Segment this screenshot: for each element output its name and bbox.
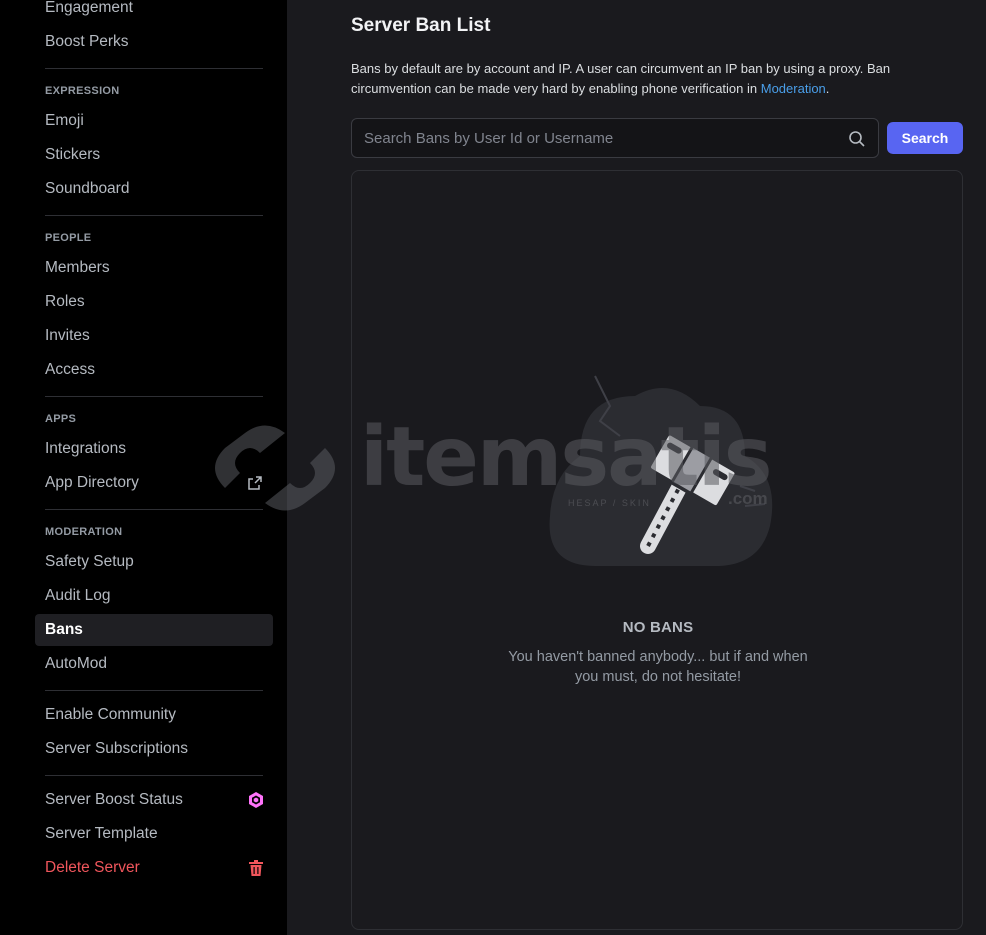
ban-hammer-illustration [540,366,780,581]
empty-state-title: NO BANS [622,619,694,636]
search-bans-container [351,118,879,158]
sidebar-item-access[interactable]: Access [35,354,273,386]
boost-gem-icon [249,792,263,808]
settings-sidebar: Engagement Boost Perks EXPRESSION Emoji … [0,0,287,935]
sidebar-item-audit-log[interactable]: Audit Log [35,580,273,612]
moderation-link[interactable]: Moderation [761,81,826,96]
section-header-apps: APPS [45,413,77,425]
sidebar-item-boost-perks[interactable]: Boost Perks [35,26,273,58]
main-content: Server Ban List Bans by default are by a… [287,0,986,935]
empty-state-description: You haven't banned anybody... but if and… [508,649,808,685]
sidebar-item-server-template[interactable]: Server Template [35,818,273,850]
sidebar-item-invites[interactable]: Invites [35,320,273,352]
ban-list-panel: NO BANS You haven't banned anybody... bu… [351,170,963,930]
sidebar-item-integrations[interactable]: Integrations [35,433,273,465]
sidebar-divider [45,509,263,510]
sidebar-item-engagement[interactable]: Engagement [35,0,273,24]
sidebar-item-app-directory[interactable]: App Directory [35,467,273,499]
sidebar-divider [45,690,263,691]
search-button[interactable]: Search [887,122,963,154]
sidebar-item-server-subscriptions[interactable]: Server Subscriptions [35,733,273,765]
sidebar-item-automod[interactable]: AutoMod [35,648,273,680]
page-title: Server Ban List [351,15,491,36]
sidebar-item-delete-server[interactable]: Delete Server [35,852,273,884]
section-header-moderation: MODERATION [45,526,123,538]
sidebar-item-enable-community[interactable]: Enable Community [35,699,273,731]
sidebar-item-members[interactable]: Members [35,252,273,284]
ban-description: Bans by default are by account and IP. A… [351,61,891,96]
sidebar-item-bans[interactable]: Bans [35,614,273,646]
search-bans-input[interactable] [352,119,832,157]
sidebar-item-safety-setup[interactable]: Safety Setup [35,546,273,578]
sidebar-divider [45,215,263,216]
external-link-icon [247,475,263,491]
sidebar-item-stickers[interactable]: Stickers [35,139,273,171]
sidebar-item-soundboard[interactable]: Soundboard [35,173,273,205]
search-icon[interactable] [848,130,866,153]
trash-icon [249,860,263,876]
section-header-expression: EXPRESSION [45,85,120,97]
sidebar-item-emoji[interactable]: Emoji [35,105,273,137]
sidebar-divider [45,775,263,776]
sidebar-divider [45,396,263,397]
sidebar-divider [45,68,263,69]
sidebar-item-roles[interactable]: Roles [35,286,273,318]
sidebar-item-server-boost-status[interactable]: Server Boost Status [35,784,273,816]
section-header-people: PEOPLE [45,232,92,244]
